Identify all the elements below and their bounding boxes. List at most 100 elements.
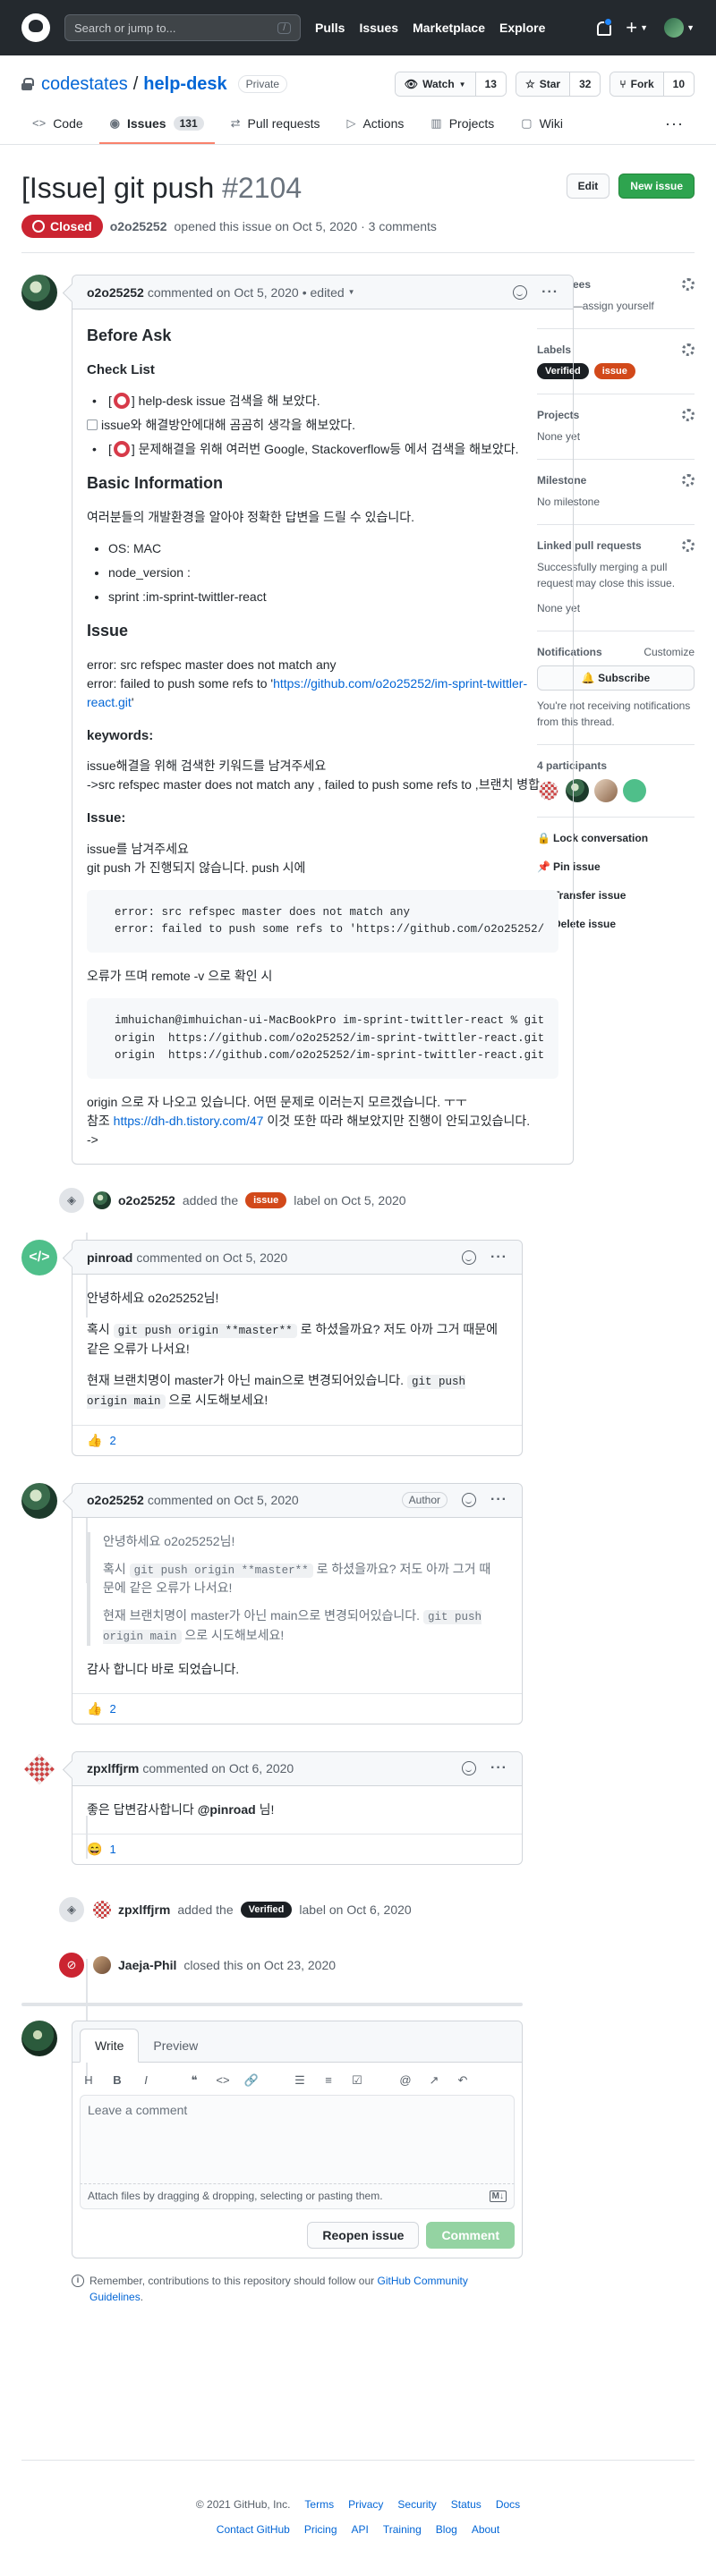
event-user[interactable]: zpxlffjrm xyxy=(118,1902,170,1917)
add-reaction-icon[interactable] xyxy=(462,1493,477,1508)
add-reaction-icon[interactable] xyxy=(462,1250,477,1265)
verified-label[interactable]: Verified xyxy=(240,1901,293,1918)
bold-icon[interactable]: B xyxy=(108,2073,126,2087)
star-button[interactable]: ☆ Star 32 xyxy=(515,72,601,97)
tab-pull-requests[interactable]: ⇄ Pull requests xyxy=(220,114,331,144)
issue-author[interactable]: o2o25252 xyxy=(110,219,167,233)
avatar[interactable] xyxy=(93,1191,111,1210)
notifications-bell-icon[interactable] xyxy=(595,18,613,36)
comment-meta[interactable]: commented on Oct 5, 2020 xyxy=(136,1250,287,1265)
footer-link-blog[interactable]: Blog xyxy=(436,2523,457,2536)
fork-button[interactable]: ⑂ Fork 10 xyxy=(609,72,695,97)
customize-link[interactable]: Customize xyxy=(644,646,695,658)
comment-meta[interactable]: commented on Oct 5, 2020 xyxy=(148,1493,299,1507)
gear-icon[interactable] xyxy=(682,474,695,487)
task-list-icon[interactable]: ☑ xyxy=(348,2073,366,2088)
footer-link-api[interactable]: API xyxy=(352,2523,369,2536)
cross-reference-icon[interactable]: ↗ xyxy=(425,2073,443,2088)
comment-menu-icon[interactable]: ··· xyxy=(490,1760,507,1776)
tab-actions[interactable]: ▷ Actions xyxy=(336,114,414,144)
new-issue-button[interactable]: New issue xyxy=(618,174,695,199)
event-user[interactable]: Jaeja-Phil xyxy=(118,1958,176,1972)
comment-menu-icon[interactable]: ··· xyxy=(490,1492,507,1508)
fork-count[interactable]: 10 xyxy=(663,72,694,96)
footer-link-status[interactable]: Status xyxy=(451,2498,482,2511)
participant-avatar[interactable] xyxy=(623,779,646,802)
tab-issues[interactable]: ◉ Issues 131 xyxy=(98,114,215,144)
create-new-menu[interactable]: + ▼ xyxy=(626,18,648,38)
gear-icon[interactable] xyxy=(682,409,695,421)
reaction-smile[interactable]: 😄 1 xyxy=(87,1842,116,1857)
avatar[interactable] xyxy=(93,1900,111,1919)
participant-avatar[interactable] xyxy=(539,781,558,801)
comment-meta[interactable]: commented on Oct 6, 2020 xyxy=(142,1761,294,1775)
nav-explore[interactable]: Explore xyxy=(499,21,545,35)
watch-count[interactable]: 13 xyxy=(475,72,506,96)
github-logo-icon[interactable] xyxy=(21,13,50,42)
mention-icon[interactable]: @ xyxy=(396,2073,414,2087)
add-reaction-icon[interactable] xyxy=(513,284,528,300)
gear-icon[interactable] xyxy=(682,539,695,552)
footer-link-training[interactable]: Training xyxy=(383,2523,422,2536)
watch-button[interactable]: 👁 Watch ▼ 13 xyxy=(394,72,507,97)
add-reaction-icon[interactable] xyxy=(462,1761,477,1776)
repo-owner-link[interactable]: codestates xyxy=(41,74,128,95)
comment-textarea[interactable]: Leave a comment xyxy=(80,2094,515,2184)
nav-marketplace[interactable]: Marketplace xyxy=(413,21,485,35)
star-count[interactable]: 32 xyxy=(570,72,601,96)
avatar[interactable]: </> xyxy=(21,1240,57,1276)
footer-link-security[interactable]: Security xyxy=(397,2498,436,2511)
footer-link-terms[interactable]: Terms xyxy=(304,2498,334,2511)
footer-link-docs[interactable]: Docs xyxy=(496,2498,520,2511)
comment-menu-icon[interactable]: ··· xyxy=(541,284,558,301)
heading-icon[interactable]: H xyxy=(80,2073,98,2087)
more-tabs-icon[interactable]: ··· xyxy=(654,114,695,144)
avatar[interactable] xyxy=(21,1482,57,1519)
comment-meta[interactable]: commented on Oct 5, 2020 xyxy=(148,285,299,300)
comment-author[interactable]: o2o25252 xyxy=(87,1493,144,1507)
repo-name-link[interactable]: help-desk xyxy=(143,74,226,95)
user-mention[interactable]: @pinroad xyxy=(198,1802,256,1817)
tab-wiki[interactable]: ▢ Wiki xyxy=(510,114,574,144)
gear-icon[interactable] xyxy=(682,343,695,356)
issue-label[interactable]: issue xyxy=(593,363,635,379)
markdown-icon[interactable]: M↓ xyxy=(489,2190,507,2202)
tab-write[interactable]: Write xyxy=(80,2028,140,2063)
search-input[interactable]: Search or jump to... / xyxy=(64,14,301,41)
tab-code[interactable]: <> Code xyxy=(21,114,94,144)
tab-preview[interactable]: Preview xyxy=(139,2029,212,2062)
nav-issues[interactable]: Issues xyxy=(359,21,398,35)
footer-link-about[interactable]: About xyxy=(472,2523,499,2536)
reopen-issue-button[interactable]: Reopen issue xyxy=(307,2221,420,2249)
reaction-thumbs-up[interactable]: 👍 2 xyxy=(87,1433,116,1448)
edited-dropdown[interactable]: • edited xyxy=(303,285,345,300)
link-icon[interactable]: 🔗 xyxy=(243,2073,260,2088)
reaction-thumbs-up[interactable]: 👍 2 xyxy=(87,1701,116,1716)
event-user[interactable]: o2o25252 xyxy=(118,1193,175,1208)
footer-link-pricing[interactable]: Pricing xyxy=(304,2523,337,2536)
comment-author[interactable]: o2o25252 xyxy=(87,285,144,300)
gear-icon[interactable] xyxy=(682,278,695,291)
nav-pulls[interactable]: Pulls xyxy=(315,21,345,35)
reference-link[interactable]: https://dh-dh.tistory.com/47 xyxy=(114,1114,264,1128)
bulleted-list-icon[interactable]: ☰ xyxy=(291,2073,309,2088)
numbered-list-icon[interactable]: ≡ xyxy=(320,2073,337,2087)
avatar[interactable] xyxy=(93,1955,111,1974)
participant-avatar[interactable] xyxy=(594,779,618,802)
footer-link-contact[interactable]: Contact GitHub xyxy=(217,2523,290,2536)
edit-title-button[interactable]: Edit xyxy=(566,174,610,199)
code-icon[interactable]: <> xyxy=(214,2073,232,2087)
issue-label[interactable]: issue xyxy=(245,1192,287,1209)
comment-author[interactable]: zpxlffjrm xyxy=(87,1761,139,1775)
avatar[interactable] xyxy=(21,275,57,310)
comment-button[interactable]: Comment xyxy=(426,2221,515,2249)
footer-link-privacy[interactable]: Privacy xyxy=(348,2498,383,2511)
saved-replies-icon[interactable]: ↶ xyxy=(454,2073,472,2088)
user-menu[interactable]: ▼ xyxy=(664,18,695,38)
quote-icon[interactable]: ❝ xyxy=(185,2073,203,2088)
italic-icon[interactable]: I xyxy=(137,2073,155,2087)
task-checkbox[interactable] xyxy=(87,419,98,430)
avatar[interactable] xyxy=(21,1750,57,1787)
tab-projects[interactable]: ▥ Projects xyxy=(420,114,505,144)
file-attachment-area[interactable]: Attach files by dragging & dropping, sel… xyxy=(80,2183,515,2209)
